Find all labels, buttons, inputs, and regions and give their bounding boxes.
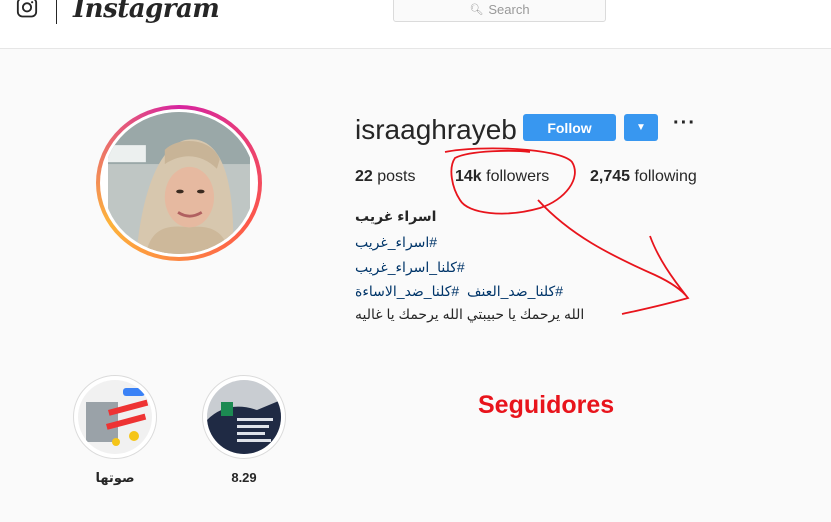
bio-hashtag[interactable]: #كلنا_ضد_الاساءة [355,283,459,299]
header-divider [56,0,57,24]
story-highlight[interactable]: 8.29 [199,375,289,485]
highlight-label: 8.29 [231,470,257,485]
avatar-photo [103,112,255,254]
highlight-cover [207,380,281,454]
profile-username: israaghrayeb [355,114,517,145]
annotation-label: Seguidores [478,391,615,419]
profile-full-name: اسراء غريب [355,208,437,224]
followers-link[interactable]: 14k followers [455,168,549,186]
follow-button[interactable]: Follow [523,114,616,141]
highlight-cover [78,380,152,454]
posts-count: 22 posts [355,168,416,185]
bio-hashtag[interactable]: #اسراء_غريب [355,234,437,251]
more-options-icon[interactable]: ··· [673,112,696,135]
story-highlight[interactable]: صوتها [70,375,160,486]
bio-hashtag[interactable]: #كلنا_اسراء_غريب [355,259,465,276]
top-navigation-bar: Instagram 🔍︎ Search [0,0,831,49]
instagram-camera-icon[interactable] [16,0,38,22]
bio-hashtag-line: #كلنا_ضد_العنف #كلنا_ضد_الاساءة [355,283,563,300]
search-input[interactable]: 🔍︎ Search [393,0,606,22]
search-placeholder: Search [488,1,530,17]
highlight-label: صوتها [95,470,135,485]
instagram-wordmark[interactable]: Instagram [73,0,220,24]
caret-down-icon: ▼ [636,122,646,133]
following-link[interactable]: 2,745 following [590,168,697,186]
bio-hashtag[interactable]: #كلنا_ضد_العنف [467,283,563,299]
bio-text: الله يرحمك يا حبيبتي الله يرحمك يا غاليه [355,306,585,322]
magnifier-icon: 🔍︎ [469,3,484,16]
suggested-accounts-button[interactable]: ▼ [624,114,658,141]
profile-avatar[interactable] [96,105,262,261]
